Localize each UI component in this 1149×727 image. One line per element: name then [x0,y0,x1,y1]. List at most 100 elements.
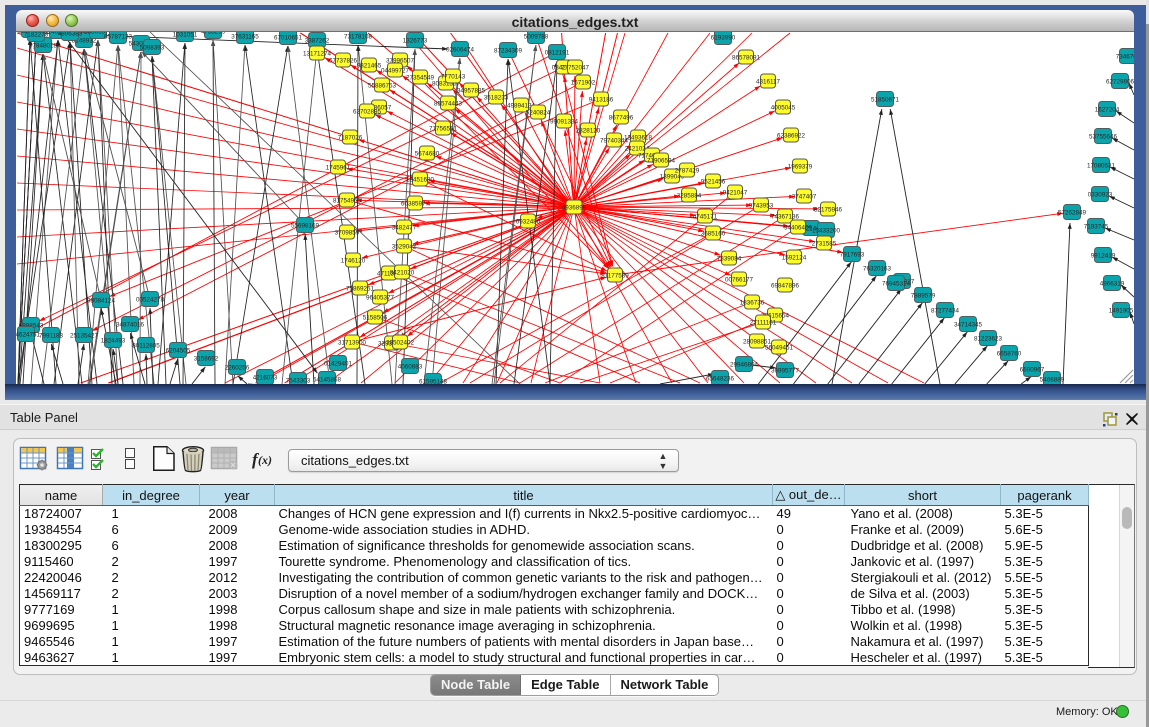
svg-text:8677496: 8677496 [609,115,634,122]
svg-text:96405377: 96405377 [366,295,395,302]
svg-text:87277434: 87277434 [931,308,960,315]
svg-text:62386922: 62386922 [777,133,806,140]
svg-text:29946804: 29946804 [730,362,759,369]
svg-text:98084124: 98084124 [87,298,116,305]
svg-text:56049451: 56049451 [765,345,794,352]
svg-text:7187026: 7187026 [338,135,363,142]
svg-text:73178108: 73178108 [344,34,373,41]
svg-text:34957885: 34957885 [457,88,486,95]
svg-text:81754965: 81754965 [333,198,362,205]
svg-text:27111161: 27111161 [750,320,777,327]
svg-text:2787429: 2787429 [675,168,700,175]
svg-text:1627204: 1627204 [1095,107,1120,114]
svg-text:36995777: 36995777 [771,368,800,375]
svg-text:4316117: 4316117 [756,79,781,86]
svg-text:4966319: 4966319 [1100,281,1125,288]
svg-text:7839084: 7839084 [717,256,742,263]
svg-text:65648236: 65648236 [706,376,735,383]
svg-text:3529042: 3529042 [392,244,417,251]
svg-text:85574443: 85574443 [434,101,463,108]
svg-text:(x): (x) [258,453,272,467]
svg-text:1491905: 1491905 [1109,308,1134,315]
svg-text:54145868: 54145868 [313,377,342,384]
svg-text:34874016: 34874016 [116,322,145,329]
svg-text:6204505: 6204505 [166,348,191,355]
svg-text:4216073: 4216073 [253,375,278,382]
svg-text:55886753: 55886753 [368,83,397,90]
svg-text:69847896: 69847896 [771,283,800,290]
svg-text:4745171: 4745171 [693,214,718,221]
svg-text:65787133: 65787133 [104,34,133,41]
svg-text:62729806: 62729806 [1106,79,1134,86]
svg-text:5009788: 5009788 [524,34,549,41]
svg-text:1326773: 1326773 [403,38,428,45]
svg-text:51850671: 51850671 [871,97,900,104]
svg-text:15451680: 15451680 [406,177,435,184]
svg-text:86578091: 86578091 [732,55,761,62]
svg-text:71906594: 71906594 [647,158,676,165]
svg-text:77752047: 77752047 [561,65,590,72]
svg-text:53755646: 53755646 [1089,134,1118,141]
svg-text:3685160: 3685160 [701,231,726,238]
svg-text:87234309: 87234309 [494,48,523,55]
svg-text:3387262: 3387262 [305,38,330,45]
svg-text:25135427: 25135427 [70,333,99,340]
svg-text:3482477: 3482477 [392,225,417,232]
svg-text:1969379: 1969379 [788,164,813,171]
svg-text:39502402: 39502402 [386,340,415,347]
svg-text:5158506: 5158506 [363,315,388,322]
svg-text:2260256: 2260256 [225,365,250,372]
svg-text:75869261: 75869261 [346,286,375,293]
svg-text:34714345: 34714345 [954,322,983,329]
svg-text:5098393: 5098393 [140,45,165,52]
svg-text:31713900: 31713900 [338,340,367,347]
svg-text:3158692: 3158692 [194,356,219,363]
svg-text:7991183: 7991183 [39,333,64,340]
svg-text:7770143: 7770143 [441,74,466,81]
svg-text:7543303: 7543303 [286,378,311,384]
svg-text:7193745: 7193745 [1084,224,1109,231]
svg-text:81177589: 81177589 [601,273,629,280]
svg-text:99091334: 99091334 [550,119,579,126]
svg-text:02606474: 02606474 [446,47,475,54]
svg-text:4896383: 4896383 [58,32,83,38]
svg-text:4060883: 4060883 [398,364,423,371]
svg-text:60385977: 60385977 [401,201,430,208]
svg-text:34624751: 34624751 [16,332,40,339]
svg-text:17080531: 17080531 [1087,163,1116,170]
svg-text:0330923: 0330923 [1088,192,1113,199]
svg-text:6193990: 6193990 [711,35,736,42]
svg-text:6658760: 6658760 [997,351,1022,358]
svg-text:37631165: 37631165 [231,34,259,41]
svg-text:5466889: 5466889 [1040,377,1065,384]
svg-text:4936899: 4936899 [562,205,587,212]
svg-text:82175946: 82175946 [814,207,843,214]
svg-text:13171274: 13171274 [303,51,332,58]
svg-text:7182278: 7182278 [24,32,49,39]
svg-text:0932480: 0932480 [516,219,541,226]
svg-text:61595148: 61595148 [419,379,448,384]
svg-text:00524278: 00524278 [136,297,165,304]
svg-text:8421020: 8421020 [390,270,415,277]
svg-text:9521456: 9521456 [701,179,726,186]
svg-text:97848018: 97848018 [29,43,58,50]
svg-text:4005045: 4005045 [771,105,796,112]
svg-text:1592124: 1592124 [782,255,807,262]
svg-text:1031051: 1031051 [173,32,198,39]
svg-text:1671902: 1671902 [571,80,596,87]
svg-text:04499727: 04499727 [381,68,410,75]
svg-text:3709859: 3709859 [335,230,360,237]
svg-text:5674680: 5674680 [415,151,440,158]
svg-text:7917693: 7917693 [840,252,865,259]
svg-text:3285884: 3285884 [677,193,702,200]
svg-text:3518233: 3518233 [484,95,509,102]
svg-text:3747407: 3747407 [792,194,817,201]
svg-text:67737826: 67737826 [329,58,358,65]
svg-text:9413186: 9413186 [589,97,614,104]
svg-text:4738299: 4738299 [201,32,226,36]
svg-text:81223623: 81223623 [974,336,1003,343]
svg-text:13433200: 13433200 [812,228,841,235]
svg-text:0812191: 0812191 [545,50,570,57]
svg-text:9421047: 9421047 [723,190,748,197]
svg-text:67010651: 67010651 [274,35,303,42]
